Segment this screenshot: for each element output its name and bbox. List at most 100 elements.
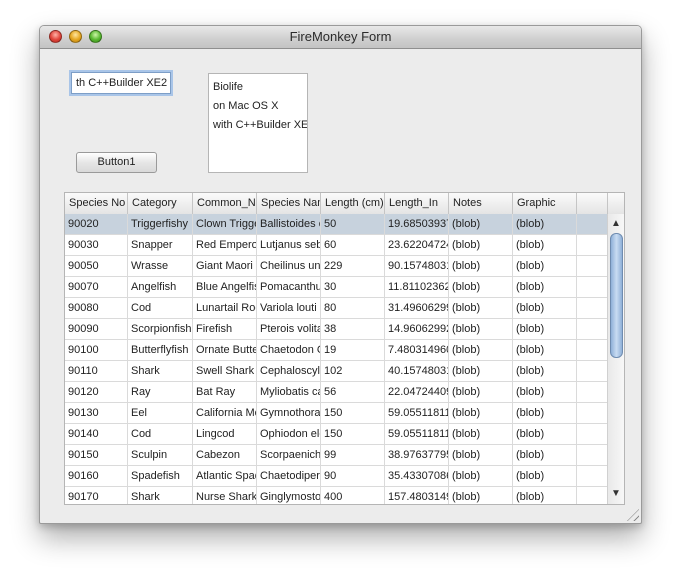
cell-length-cm[interactable]: 150 bbox=[321, 424, 385, 445]
cell-length-cm[interactable]: 102 bbox=[321, 361, 385, 382]
cell-species-no[interactable]: 90110 bbox=[65, 361, 128, 382]
cell-graphic[interactable]: (blob) bbox=[513, 403, 577, 424]
table-row[interactable]: 90160SpadefishAtlantic SpadefishChaetodi… bbox=[65, 466, 608, 487]
cell-species-name[interactable]: Ophiodon elongatus bbox=[257, 424, 321, 445]
scroll-up-icon[interactable]: ▲ bbox=[608, 216, 624, 232]
cell-common-name[interactable]: Blue Angelfish bbox=[193, 277, 257, 298]
cell-graphic[interactable]: (blob) bbox=[513, 319, 577, 340]
cell-length-in[interactable]: 19.6850393700787 bbox=[385, 214, 449, 235]
cell-common-name[interactable]: Lunartail Rockcod bbox=[193, 298, 257, 319]
edit-field[interactable]: th C++Builder XE2 bbox=[71, 72, 171, 94]
cell-notes[interactable]: (blob) bbox=[449, 361, 513, 382]
column-header-length-in[interactable]: Length_In bbox=[385, 193, 449, 214]
cell-category[interactable]: Snapper bbox=[128, 235, 193, 256]
table-row[interactable]: 90110SharkSwell SharkCephaloscyllium ven… bbox=[65, 361, 608, 382]
table-row[interactable]: 90030SnapperRed EmperorLutjanus sebae602… bbox=[65, 235, 608, 256]
cell-notes[interactable]: (blob) bbox=[449, 403, 513, 424]
cell-length-in[interactable]: 7.48031496062992 bbox=[385, 340, 449, 361]
title-bar[interactable]: FireMonkey Form bbox=[40, 26, 641, 49]
cell-species-no[interactable]: 90130 bbox=[65, 403, 128, 424]
cell-length-cm[interactable]: 60 bbox=[321, 235, 385, 256]
cell-species-no[interactable]: 90120 bbox=[65, 382, 128, 403]
cell-length-cm[interactable]: 56 bbox=[321, 382, 385, 403]
cell-length-in[interactable]: 22.0472440944882 bbox=[385, 382, 449, 403]
cell-category[interactable]: Butterflyfish bbox=[128, 340, 193, 361]
cell-species-name[interactable]: Pomacanthus nauarchus bbox=[257, 277, 321, 298]
column-header-length-cm[interactable]: Length (cm) bbox=[321, 193, 385, 214]
cell-length-in[interactable]: 11.8110236220472 bbox=[385, 277, 449, 298]
cell-length-in[interactable]: 31.496062992126 bbox=[385, 298, 449, 319]
cell-graphic[interactable]: (blob) bbox=[513, 445, 577, 466]
table-row[interactable]: 90150SculpinCabezonScorpaenichthys marmo… bbox=[65, 445, 608, 466]
cell-notes[interactable]: (blob) bbox=[449, 340, 513, 361]
vertical-scrollbar[interactable]: ▲ ▼ bbox=[607, 214, 624, 504]
column-header-common-name[interactable]: Common_Name bbox=[193, 193, 257, 214]
cell-species-name[interactable]: Lutjanus sebae bbox=[257, 235, 321, 256]
cell-length-in[interactable]: 90.1574803149606 bbox=[385, 256, 449, 277]
cell-species-name[interactable]: Gymnothorax mordax bbox=[257, 403, 321, 424]
cell-notes[interactable]: (blob) bbox=[449, 214, 513, 235]
table-row[interactable]: 90070AngelfishBlue AngelfishPomacanthus … bbox=[65, 277, 608, 298]
table-row[interactable]: 90090ScorpionfishFirefishPterois volitan… bbox=[65, 319, 608, 340]
scroll-thumb[interactable] bbox=[610, 233, 623, 358]
cell-species-name[interactable]: Cephaloscyllium ventriosum bbox=[257, 361, 321, 382]
cell-species-no[interactable]: 90160 bbox=[65, 466, 128, 487]
column-header-species-no[interactable]: Species No bbox=[65, 193, 128, 214]
button1[interactable]: Button1 bbox=[76, 152, 157, 173]
cell-species-no[interactable]: 90020 bbox=[65, 214, 128, 235]
cell-common-name[interactable]: Firefish bbox=[193, 319, 257, 340]
table-row[interactable]: 90130EelCalifornia MorayGymnothorax mord… bbox=[65, 403, 608, 424]
scroll-down-icon[interactable]: ▼ bbox=[608, 486, 624, 502]
cell-length-cm[interactable]: 50 bbox=[321, 214, 385, 235]
cell-length-cm[interactable]: 80 bbox=[321, 298, 385, 319]
cell-species-no[interactable]: 90100 bbox=[65, 340, 128, 361]
cell-length-in[interactable]: 59.0551181102362 bbox=[385, 403, 449, 424]
cell-length-in[interactable]: 157.480314960630 bbox=[385, 487, 449, 504]
cell-species-name[interactable]: Scorpaenichthys marmoratus bbox=[257, 445, 321, 466]
cell-common-name[interactable]: Lingcod bbox=[193, 424, 257, 445]
table-row[interactable]: 90140CodLingcodOphiodon elongatus15059.0… bbox=[65, 424, 608, 445]
column-header-spacer[interactable] bbox=[577, 193, 608, 214]
cell-species-name[interactable]: Ginglymostoma cirratum bbox=[257, 487, 321, 504]
cell-graphic[interactable]: (blob) bbox=[513, 466, 577, 487]
cell-common-name[interactable]: Atlantic Spadefish bbox=[193, 466, 257, 487]
table-row[interactable]: 90020TriggerfishyClown TriggerfishBallis… bbox=[65, 214, 608, 235]
cell-notes[interactable]: (blob) bbox=[449, 466, 513, 487]
cell-common-name[interactable]: Giant Maori Wrasse bbox=[193, 256, 257, 277]
resize-grip-icon[interactable] bbox=[627, 509, 639, 521]
cell-graphic[interactable]: (blob) bbox=[513, 298, 577, 319]
cell-category[interactable]: Sculpin bbox=[128, 445, 193, 466]
cell-notes[interactable]: (blob) bbox=[449, 319, 513, 340]
cell-common-name[interactable]: California Moray bbox=[193, 403, 257, 424]
cell-common-name[interactable]: Ornate Butterflyfish bbox=[193, 340, 257, 361]
cell-notes[interactable]: (blob) bbox=[449, 235, 513, 256]
cell-length-in[interactable]: 35.4330708661417 bbox=[385, 466, 449, 487]
cell-graphic[interactable]: (blob) bbox=[513, 256, 577, 277]
cell-species-no[interactable]: 90070 bbox=[65, 277, 128, 298]
cell-length-in[interactable]: 59.0551181102362 bbox=[385, 424, 449, 445]
cell-notes[interactable]: (blob) bbox=[449, 382, 513, 403]
cell-length-cm[interactable]: 19 bbox=[321, 340, 385, 361]
column-header-category[interactable]: Category bbox=[128, 193, 193, 214]
cell-species-name[interactable]: Variola louti bbox=[257, 298, 321, 319]
cell-species-name[interactable]: Ballistoides conspicillum bbox=[257, 214, 321, 235]
cell-category[interactable]: Shark bbox=[128, 361, 193, 382]
cell-species-name[interactable]: Myliobatis californica bbox=[257, 382, 321, 403]
table-row[interactable]: 90170SharkNurse SharkGinglymostoma cirra… bbox=[65, 487, 608, 504]
cell-length-in[interactable]: 40.1574803149606 bbox=[385, 361, 449, 382]
cell-notes[interactable]: (blob) bbox=[449, 277, 513, 298]
cell-graphic[interactable]: (blob) bbox=[513, 340, 577, 361]
cell-category[interactable]: Angelfish bbox=[128, 277, 193, 298]
cell-species-name[interactable]: Chaetodon Ornatissimus bbox=[257, 340, 321, 361]
cell-length-cm[interactable]: 30 bbox=[321, 277, 385, 298]
cell-notes[interactable]: (blob) bbox=[449, 298, 513, 319]
cell-common-name[interactable]: Clown Triggerfish bbox=[193, 214, 257, 235]
cell-common-name[interactable]: Nurse Shark bbox=[193, 487, 257, 504]
cell-graphic[interactable]: (blob) bbox=[513, 235, 577, 256]
cell-graphic[interactable]: (blob) bbox=[513, 487, 577, 504]
cell-category[interactable]: Cod bbox=[128, 424, 193, 445]
cell-category[interactable]: Triggerfishy bbox=[128, 214, 193, 235]
column-header-notes[interactable]: Notes bbox=[449, 193, 513, 214]
cell-length-in[interactable]: 38.9763779527559 bbox=[385, 445, 449, 466]
cell-length-cm[interactable]: 229 bbox=[321, 256, 385, 277]
